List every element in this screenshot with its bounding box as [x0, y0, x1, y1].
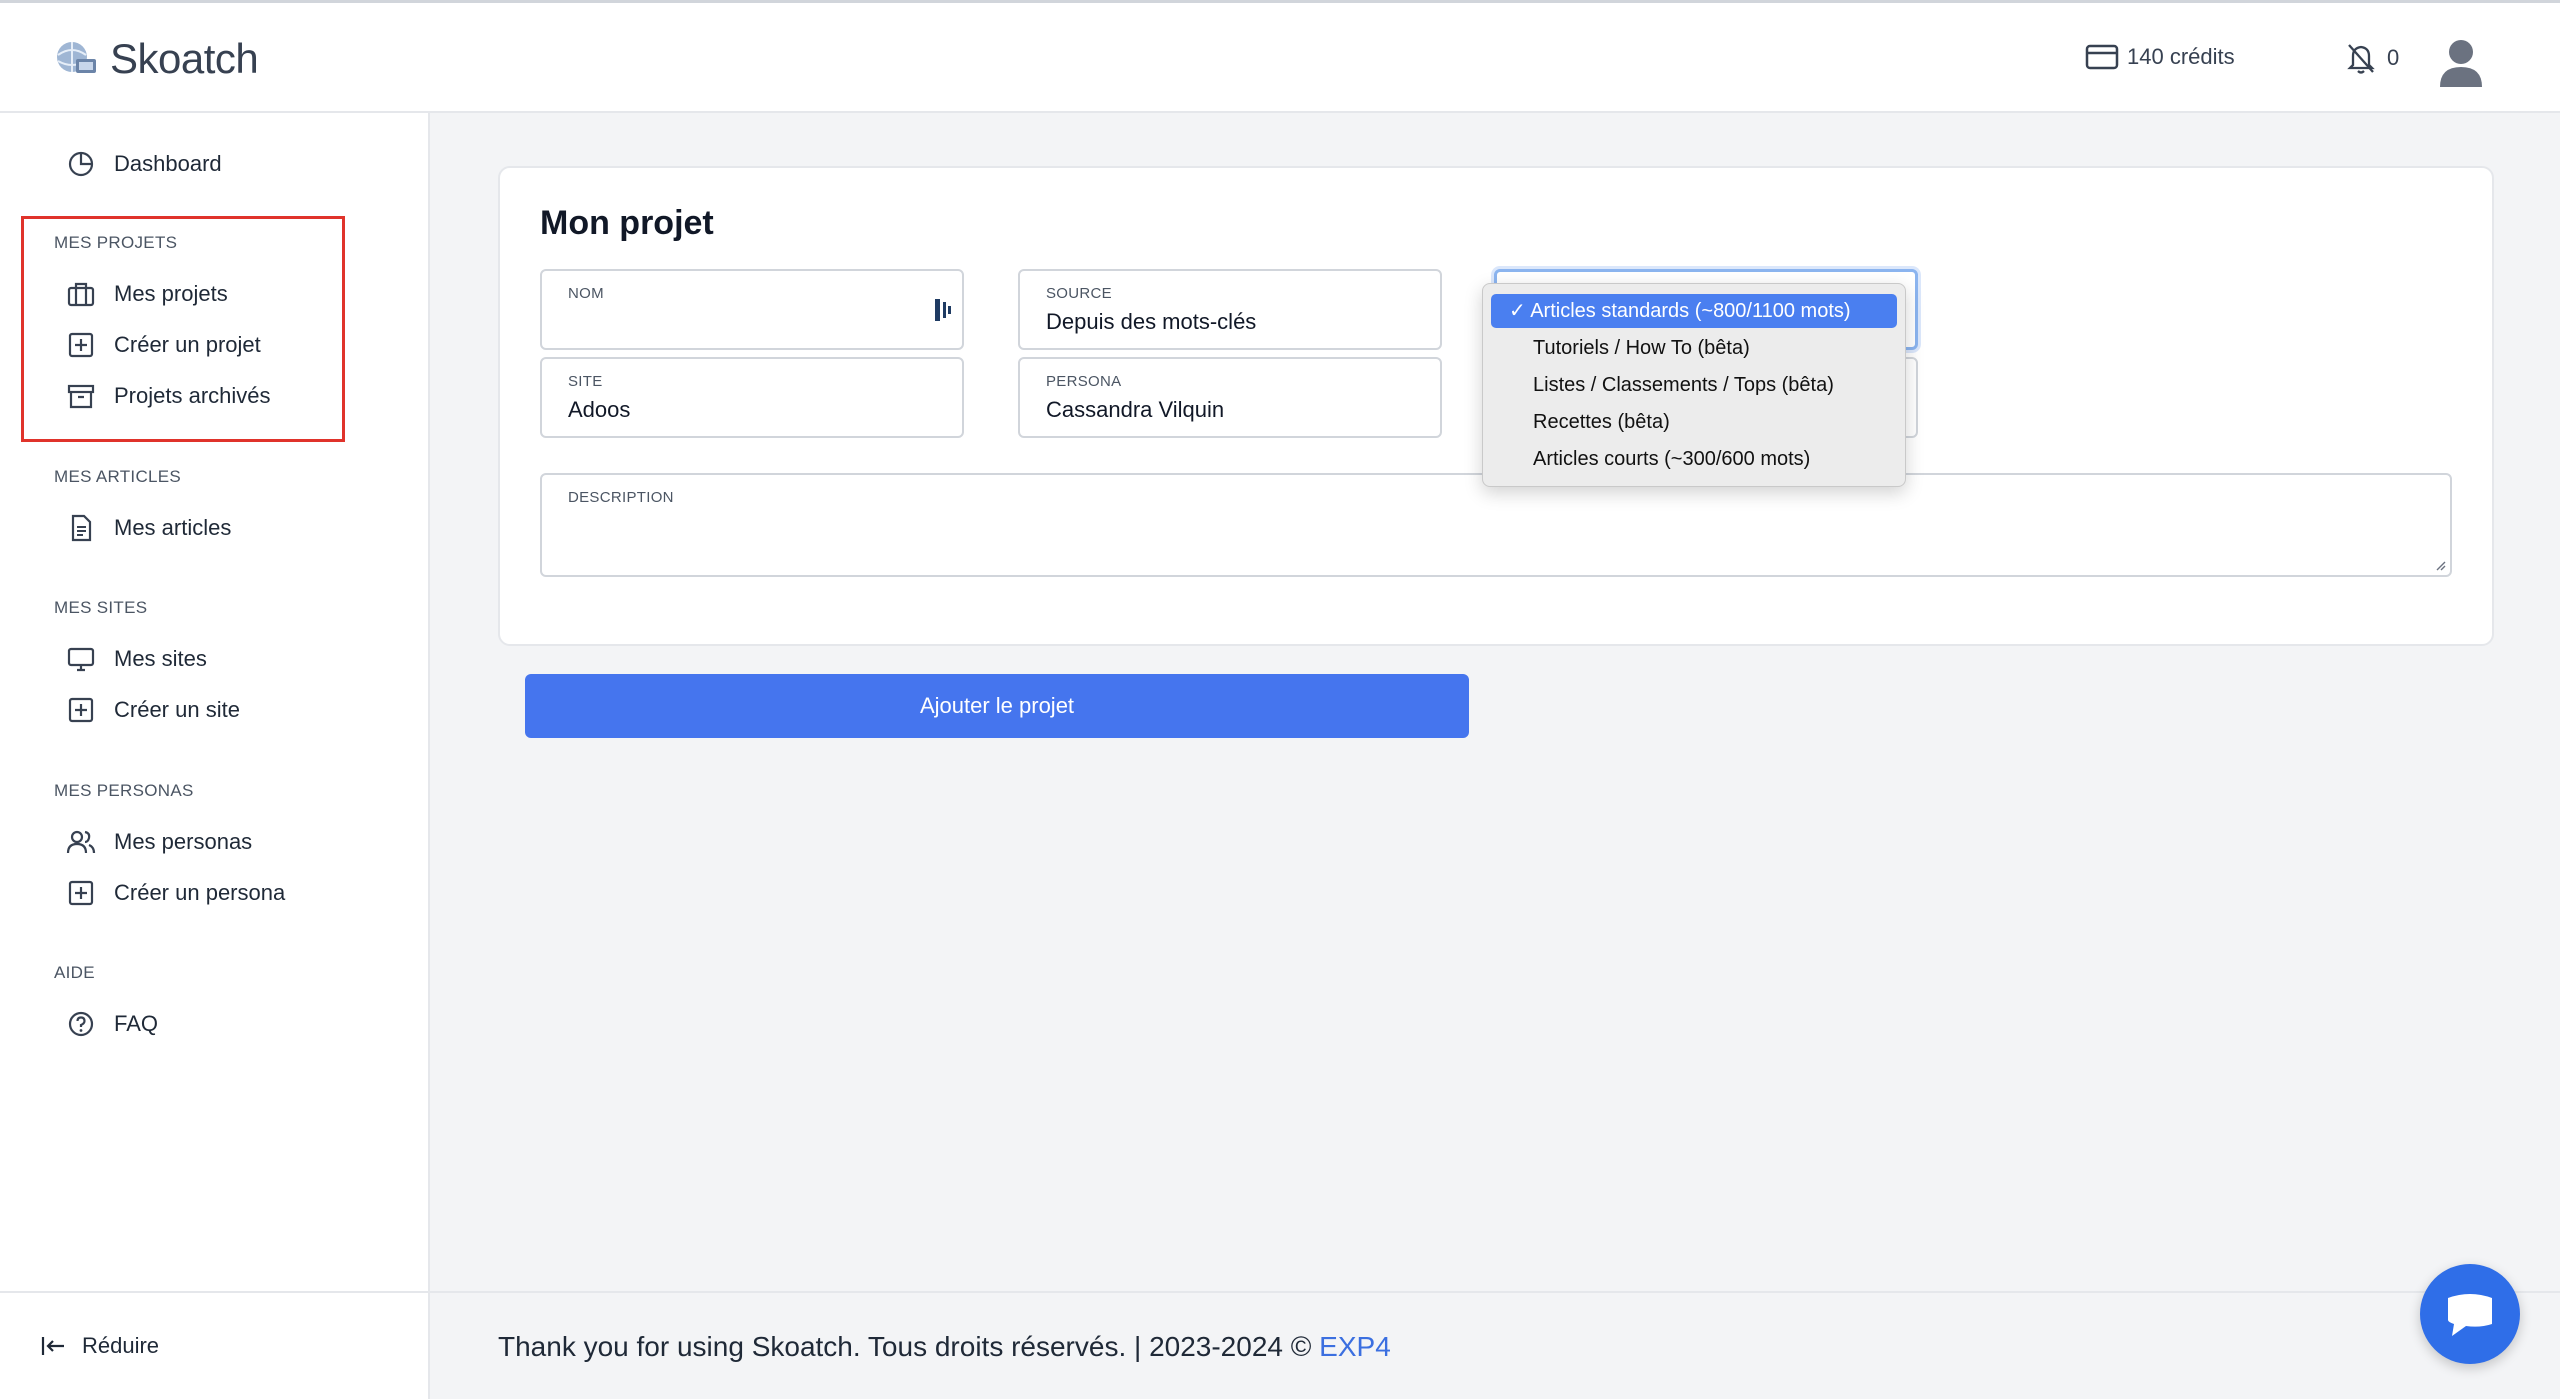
- persona-value: Cassandra Vilquin: [1046, 397, 1225, 422]
- nom-field[interactable]: NOM: [540, 269, 964, 350]
- sidebar-item-my-personas[interactable]: Mes personas: [66, 827, 252, 857]
- article-type-dropdown: ✓ Articles standards (~800/1100 mots) Tu…: [1482, 283, 1906, 487]
- pie-chart-icon: [68, 151, 94, 177]
- section-label-help: AIDE: [54, 963, 95, 982]
- sidebar-item-create-site[interactable]: Créer un site: [66, 695, 240, 725]
- plus-square-icon: [68, 697, 94, 723]
- sidebar-item-create-project[interactable]: Créer un projet: [66, 330, 261, 360]
- sidebar-item-create-persona[interactable]: Créer un persona: [66, 878, 285, 908]
- chat-button[interactable]: [2420, 1264, 2520, 1364]
- collapse-sidebar-button[interactable]: Réduire: [40, 1333, 159, 1359]
- sidebar-item-my-articles[interactable]: Mes articles: [66, 513, 231, 543]
- credits-label: 140 crédits: [2127, 44, 2235, 69]
- chat-bubble-icon: [2448, 1294, 2492, 1336]
- sidebar-item-faq[interactable]: FAQ: [66, 1009, 158, 1039]
- sidebar-item-label: Mes projets: [114, 281, 228, 306]
- footer-link[interactable]: EXP4: [1319, 1331, 1391, 1362]
- brand-name: Skoatch: [110, 35, 259, 82]
- user-avatar-icon[interactable]: [2438, 37, 2484, 89]
- briefcase-icon: [67, 282, 95, 307]
- sidebar-item-label: FAQ: [114, 1011, 159, 1036]
- sidebar-item-label: Projets archivés: [114, 383, 271, 408]
- site-field[interactable]: SITE Adoos: [540, 357, 964, 438]
- persona-label: PERSONA: [1046, 373, 1122, 390]
- section-label-articles: MES ARTICLES: [54, 467, 182, 486]
- dropdown-option-recipes[interactable]: Recettes (bêta): [1491, 405, 1897, 439]
- section-label-sites: MES SITES: [54, 598, 148, 617]
- bell-off-icon: [2347, 44, 2375, 74]
- dropdown-option-standard[interactable]: ✓ Articles standards (~800/1100 mots): [1491, 294, 1897, 328]
- document-icon: [71, 514, 92, 542]
- footer-copyright: Thank you for using Skoatch. Tous droits…: [498, 1331, 1320, 1362]
- question-circle-icon: [68, 1011, 94, 1037]
- credit-card-icon: [2085, 44, 2119, 70]
- dropdown-option-short[interactable]: Articles courts (~300/600 mots): [1491, 442, 1897, 476]
- section-label-projects: MES PROJETS: [54, 233, 178, 252]
- sidebar-item-label: Mes sites: [114, 646, 207, 671]
- archive-icon: [67, 384, 95, 409]
- source-value: Depuis des mots-clés: [1046, 309, 1257, 334]
- sidebar-item-label: Dashboard: [114, 151, 222, 176]
- site-value: Adoos: [568, 397, 631, 422]
- plus-square-icon: [68, 880, 94, 906]
- sidebar-item-archived-projects[interactable]: Projets archivés: [66, 381, 271, 411]
- sidebar-item-label: Mes personas: [114, 829, 253, 854]
- collapse-label: Réduire: [82, 1333, 160, 1358]
- section-label-personas: MES PERSONAS: [54, 781, 194, 800]
- page-title: Mon projet: [540, 204, 714, 242]
- sidebar-item-label: Mes articles: [114, 515, 232, 540]
- sidebar: Dashboard MES PROJETS Mes projets Créer …: [0, 113, 430, 1399]
- nom-label: NOM: [568, 285, 604, 302]
- page-footer: Thank you for using Skoatch. Tous droits…: [430, 1291, 2560, 1399]
- users-icon: [66, 830, 96, 854]
- resize-handle-icon[interactable]: [2434, 559, 2446, 571]
- source-label: SOURCE: [1046, 285, 1112, 302]
- sidebar-item-label: Créer un site: [114, 697, 240, 722]
- site-label: SITE: [568, 373, 603, 390]
- sidebar-item-my-projects[interactable]: Mes projets: [66, 279, 228, 309]
- brand-logo[interactable]: Skoatch: [52, 35, 259, 83]
- description-label: DESCRIPTION: [568, 489, 674, 506]
- sidebar-item-dashboard[interactable]: Dashboard: [66, 149, 222, 179]
- sidebar-item-label: Créer un persona: [114, 880, 286, 905]
- password-manager-icon[interactable]: [932, 297, 954, 323]
- monitor-icon: [67, 647, 95, 672]
- notifications-button[interactable]: 0: [2345, 41, 2399, 75]
- credits-indicator[interactable]: 140 crédits: [2085, 43, 2235, 71]
- source-field[interactable]: SOURCE Depuis des mots-clés: [1018, 269, 1442, 350]
- add-project-button[interactable]: Ajouter le projet: [525, 674, 1469, 738]
- collapse-left-icon: [41, 1337, 64, 1355]
- sidebar-item-my-sites[interactable]: Mes sites: [66, 644, 207, 674]
- sidebar-footer: Réduire: [0, 1291, 430, 1399]
- persona-field[interactable]: PERSONA Cassandra Vilquin: [1018, 357, 1442, 438]
- notifications-count: 0: [2387, 45, 2400, 70]
- footer-text: Thank you for using Skoatch. Tous droits…: [498, 1331, 1391, 1363]
- dropdown-option-tutorials[interactable]: Tutoriels / How To (bêta): [1491, 331, 1897, 365]
- dropdown-option-lists[interactable]: Listes / Classements / Tops (bêta): [1491, 368, 1897, 402]
- sidebar-item-label: Créer un projet: [114, 332, 261, 357]
- top-bar: Skoatch 140 crédits 0: [0, 0, 2560, 113]
- plus-square-icon: [68, 332, 94, 358]
- globe-logo-icon: [57, 42, 96, 73]
- description-field[interactable]: DESCRIPTION: [540, 473, 2452, 577]
